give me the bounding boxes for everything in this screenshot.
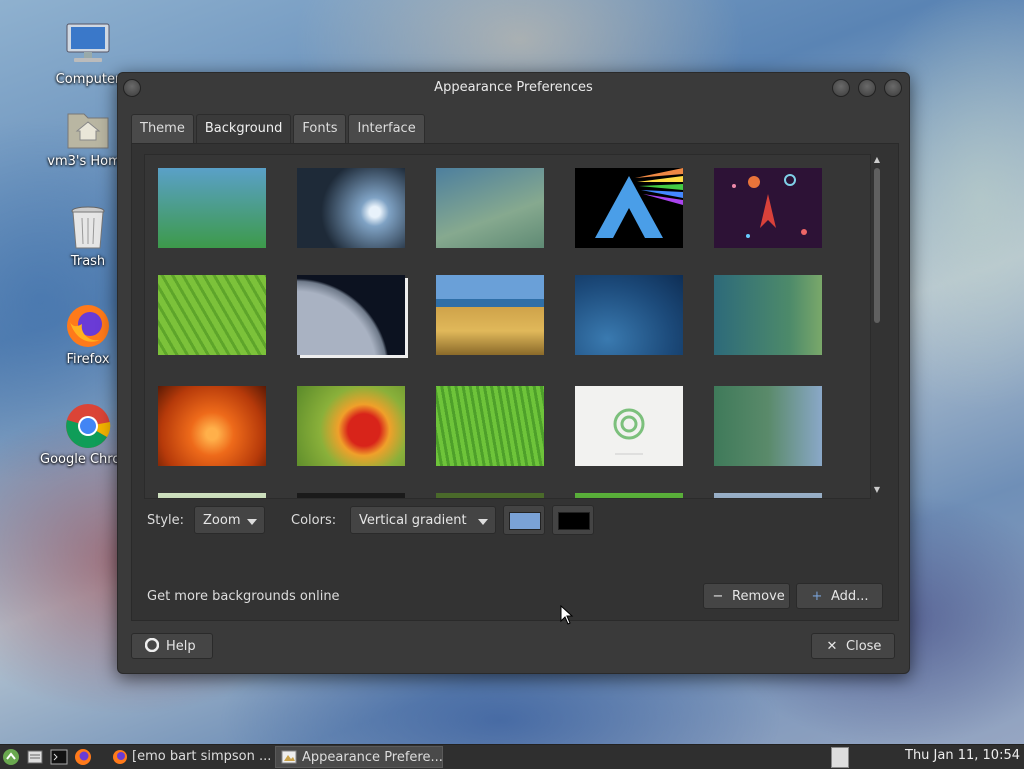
scroll-down-arrow-icon[interactable]: ▼ <box>873 486 881 494</box>
task-label: Appearance Prefere... <box>302 750 443 765</box>
workspace-switcher[interactable] <box>831 747 849 768</box>
plus-icon: + <box>811 589 823 604</box>
wallpaper-thumbnail[interactable] <box>158 275 266 355</box>
wallpaper-thumbnail[interactable] <box>575 275 683 355</box>
maximize-button[interactable] <box>858 79 876 97</box>
wallpaper-thumbnail[interactable] <box>575 168 683 248</box>
chevron-down-icon <box>478 519 488 525</box>
wallpaper-thumbnail[interactable] <box>158 168 266 248</box>
computer-icon <box>64 22 112 70</box>
wallpaper-thumbnail[interactable] <box>575 493 683 498</box>
scrollbar-thumb[interactable] <box>874 168 880 323</box>
terminal-icon[interactable] <box>50 748 68 766</box>
secondary-color-button[interactable] <box>552 505 594 535</box>
wallpaper-thumbnail[interactable] <box>714 275 822 355</box>
tab-bar: Theme Background Fonts Interface <box>131 114 427 144</box>
primary-color-button[interactable] <box>503 505 545 535</box>
clock[interactable]: Thu Jan 11, 10:54 <box>905 748 1020 763</box>
title-bar[interactable]: Appearance Preferences <box>118 73 909 103</box>
wallpaper-thumbnail[interactable] <box>297 275 405 355</box>
help-button-label: Help <box>166 639 196 654</box>
tab-interface[interactable]: Interface <box>348 114 425 144</box>
tab-background[interactable]: Background <box>195 114 292 144</box>
remove-button-label: Remove <box>732 589 785 604</box>
file-manager-icon[interactable] <box>26 748 44 766</box>
wallpaper-gallery <box>144 154 871 499</box>
help-button[interactable]: Help <box>131 633 213 659</box>
wallpaper-thumbnail[interactable] <box>436 493 544 498</box>
close-button[interactable]: ✕ Close <box>811 633 895 659</box>
home-folder-icon <box>64 104 112 152</box>
colors-dropdown[interactable]: Vertical gradient <box>350 506 496 534</box>
close-window-button[interactable] <box>884 79 902 97</box>
primary-color-swatch <box>509 512 541 530</box>
firefox-launcher-icon[interactable] <box>74 748 92 766</box>
taskbar-task-appearance[interactable]: Appearance Prefere... <box>275 746 443 768</box>
wallpaper-thumbnail[interactable] <box>714 386 822 466</box>
remove-button[interactable]: − Remove <box>703 583 790 609</box>
help-lifebuoy-icon <box>144 634 160 660</box>
colors-dropdown-value: Vertical gradient <box>359 513 467 528</box>
appearance-preferences-window: Appearance Preferences Theme Background … <box>117 72 910 674</box>
trash-icon <box>64 204 112 252</box>
taskbar-task-firefox[interactable]: [emo bart simpson ... <box>106 746 272 768</box>
taskbar: [emo bart simpson ... Appearance Prefere… <box>0 744 1024 769</box>
scroll-up-arrow-icon[interactable]: ▲ <box>873 156 881 164</box>
secondary-color-swatch <box>558 512 590 530</box>
style-dropdown[interactable]: Zoom <box>194 506 265 534</box>
wallpaper-thumbnail[interactable] <box>436 386 544 466</box>
wallpaper-thumbnail[interactable] <box>436 275 544 355</box>
background-panel: ▲ ▼ Style: Zoom Colors: Vertical gradien… <box>131 143 899 621</box>
task-label: [emo bart simpson ... <box>132 749 272 764</box>
wallpaper-thumbnail[interactable] <box>436 168 544 248</box>
wallpaper-thumbnail[interactable] <box>158 493 266 498</box>
mouse-pointer-icon <box>560 605 574 625</box>
appearance-icon <box>281 750 297 764</box>
tab-theme[interactable]: Theme <box>131 114 194 144</box>
add-button-label: Add... <box>831 589 869 604</box>
style-dropdown-value: Zoom <box>203 513 241 528</box>
minimize-button[interactable] <box>832 79 850 97</box>
menu-icon[interactable] <box>2 748 20 766</box>
colors-label: Colors: <box>291 513 337 528</box>
firefox-icon <box>113 750 127 764</box>
style-label: Style: <box>147 513 185 528</box>
gallery-scrollbar[interactable]: ▲ ▼ <box>871 154 883 497</box>
wallpaper-thumbnail[interactable] <box>575 386 683 466</box>
tab-fonts[interactable]: Fonts <box>293 114 347 144</box>
firefox-icon <box>64 302 112 350</box>
chrome-icon <box>64 402 112 450</box>
wallpaper-thumbnail[interactable] <box>297 386 405 466</box>
wallpaper-thumbnail[interactable] <box>297 168 405 248</box>
wallpaper-thumbnail[interactable] <box>158 386 266 466</box>
get-more-backgrounds-link[interactable]: Get more backgrounds online <box>147 589 340 604</box>
minus-icon: − <box>712 589 724 604</box>
close-button-label: Close <box>846 639 882 654</box>
window-title: Appearance Preferences <box>434 80 593 95</box>
chevron-down-icon <box>247 519 257 525</box>
close-icon: ✕ <box>826 639 838 654</box>
add-button[interactable]: + Add... <box>796 583 883 609</box>
wallpaper-thumbnail[interactable] <box>714 168 822 248</box>
wallpaper-thumbnail[interactable] <box>714 493 822 498</box>
wallpaper-thumbnail[interactable] <box>297 493 405 498</box>
